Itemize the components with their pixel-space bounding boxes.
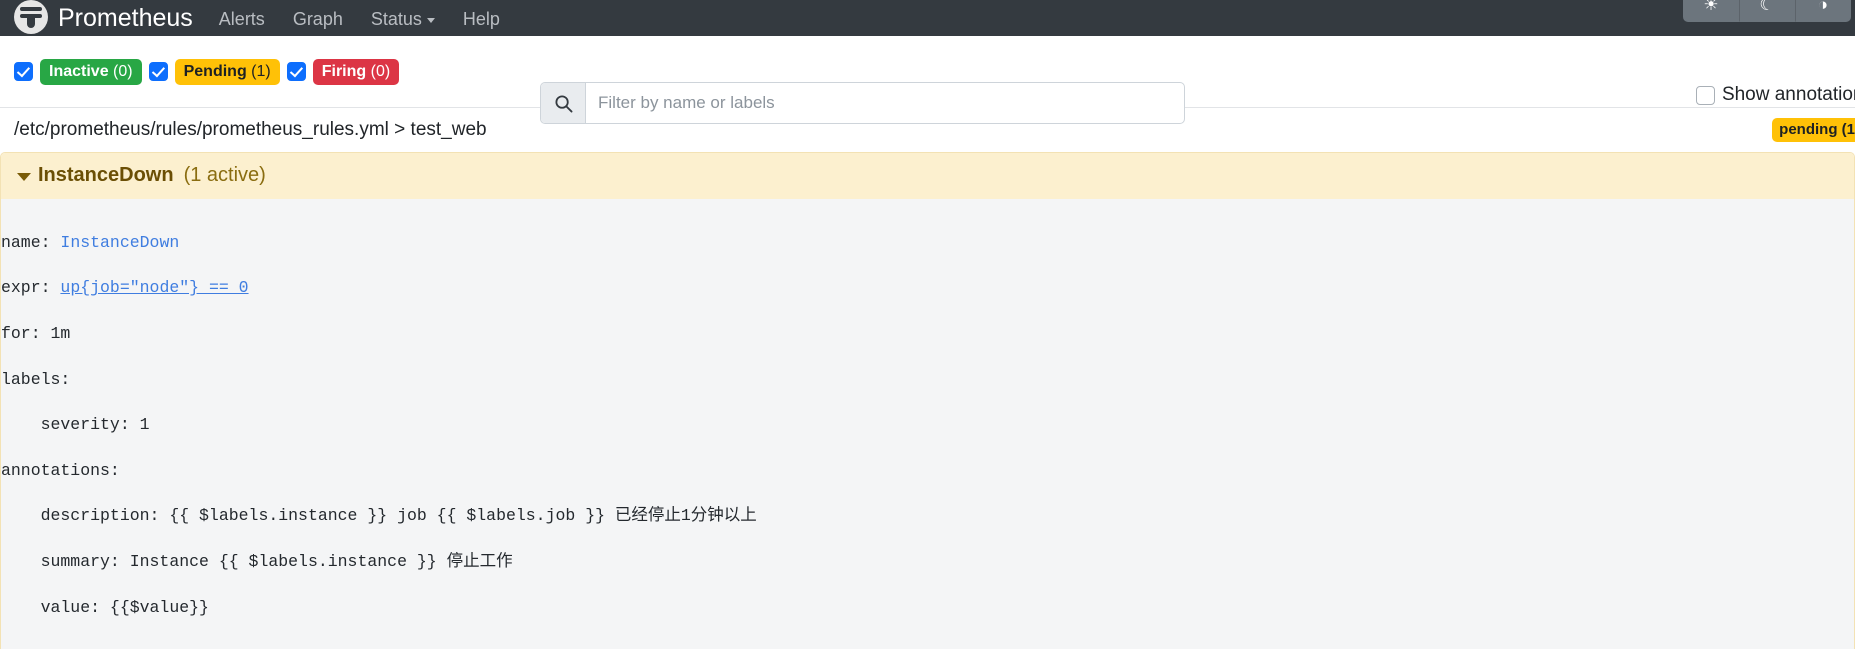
state-badge-pending-label: Pending: [183, 62, 247, 80]
filter-bar: Inactive (0) Pending (1) Firing (0) Show…: [0, 36, 1855, 124]
search-box: [540, 82, 1185, 124]
alert-name: InstanceDown: [38, 164, 174, 186]
checkbox-firing[interactable]: [286, 62, 306, 81]
nav-link-status[interactable]: Status: [371, 10, 435, 28]
checkbox-pending[interactable]: [148, 62, 168, 81]
state-badge-inactive-label: Inactive: [49, 62, 109, 80]
alert-active-count: (1 active): [183, 164, 266, 186]
breadcrumb: /etc/prometheus/rules/prometheus_rules.y…: [14, 119, 487, 140]
nav-link-graph[interactable]: Graph: [293, 10, 343, 28]
yaml-line-description: description: {{ $labels.instance }} job …: [1, 506, 757, 526]
state-badge-firing-count: (0): [370, 62, 391, 80]
yaml-value-name: InstanceDown: [60, 232, 180, 252]
yaml-expr-link[interactable]: up{job="node"} == 0: [60, 278, 248, 297]
nav-link-status-label: Status: [370, 9, 422, 29]
yaml-key-expr: expr:: [1, 278, 61, 298]
yaml-line-for: for: 1m: [1, 323, 71, 343]
state-badge-inactive[interactable]: Inactive (0): [40, 58, 142, 85]
show-annotations-control: Show annotations: [1695, 84, 1855, 106]
yaml-line-value: value: {{$value}}: [1, 597, 209, 617]
chevron-down-icon: [426, 17, 435, 23]
yaml-line-name: name: InstanceDown: [1, 232, 1840, 255]
yaml-line-summary: summary: Instance {{ $labels.instance }}…: [1, 551, 513, 571]
nav-links: Alerts Graph Status Help: [219, 10, 500, 30]
chevron-down-icon: [17, 172, 31, 181]
state-badge-inactive-count: (0): [113, 62, 133, 80]
prometheus-logo-icon: [14, 0, 48, 34]
state-badge-pending[interactable]: Pending (1): [174, 58, 280, 85]
group-state-badge: pending (1): [1772, 118, 1855, 142]
state-filter-group: Inactive (0) Pending (1) Firing (0): [14, 58, 400, 85]
nav-link-help[interactable]: Help: [463, 10, 500, 28]
brand-name: Prometheus: [58, 4, 193, 32]
yaml-line-labels: labels:: [1, 369, 71, 389]
sun-icon[interactable]: ☀: [1683, 0, 1739, 22]
show-annotations-label: Show annotations: [1721, 84, 1855, 105]
moon-icon[interactable]: ☾: [1739, 0, 1795, 22]
search-icon: [541, 83, 586, 123]
yaml-line-severity: severity: 1: [1, 415, 150, 435]
navbar: Prometheus Alerts Graph Status Help ☀ ☾ …: [0, 0, 1855, 36]
yaml-line-annotations: annotations:: [1, 460, 120, 480]
checkbox-inactive[interactable]: [14, 62, 33, 81]
theme-toggle-group: ☀ ☾ ◑: [1683, 0, 1851, 22]
yaml-key-name: name:: [1, 232, 61, 252]
checkbox-show-annotations[interactable]: [1695, 85, 1715, 105]
nav-link-alerts[interactable]: Alerts: [219, 10, 265, 28]
state-badge-firing[interactable]: Firing (0): [312, 58, 400, 85]
alert-card: InstanceDown (1 active) name: InstanceDo…: [0, 152, 1855, 649]
yaml-line-expr: expr: up{job="node"} == 0: [1, 277, 1840, 300]
state-badge-firing-label: Firing: [321, 62, 367, 80]
alert-rule-yaml: name: InstanceDown expr: up{job="node"} …: [1, 199, 1854, 649]
state-badge-pending-count: (1): [251, 62, 271, 80]
search-input[interactable]: [586, 83, 1184, 123]
auto-theme-icon[interactable]: ◑: [1795, 0, 1851, 22]
brand[interactable]: Prometheus: [14, 0, 193, 34]
alert-header-toggle[interactable]: InstanceDown (1 active): [1, 153, 1854, 199]
